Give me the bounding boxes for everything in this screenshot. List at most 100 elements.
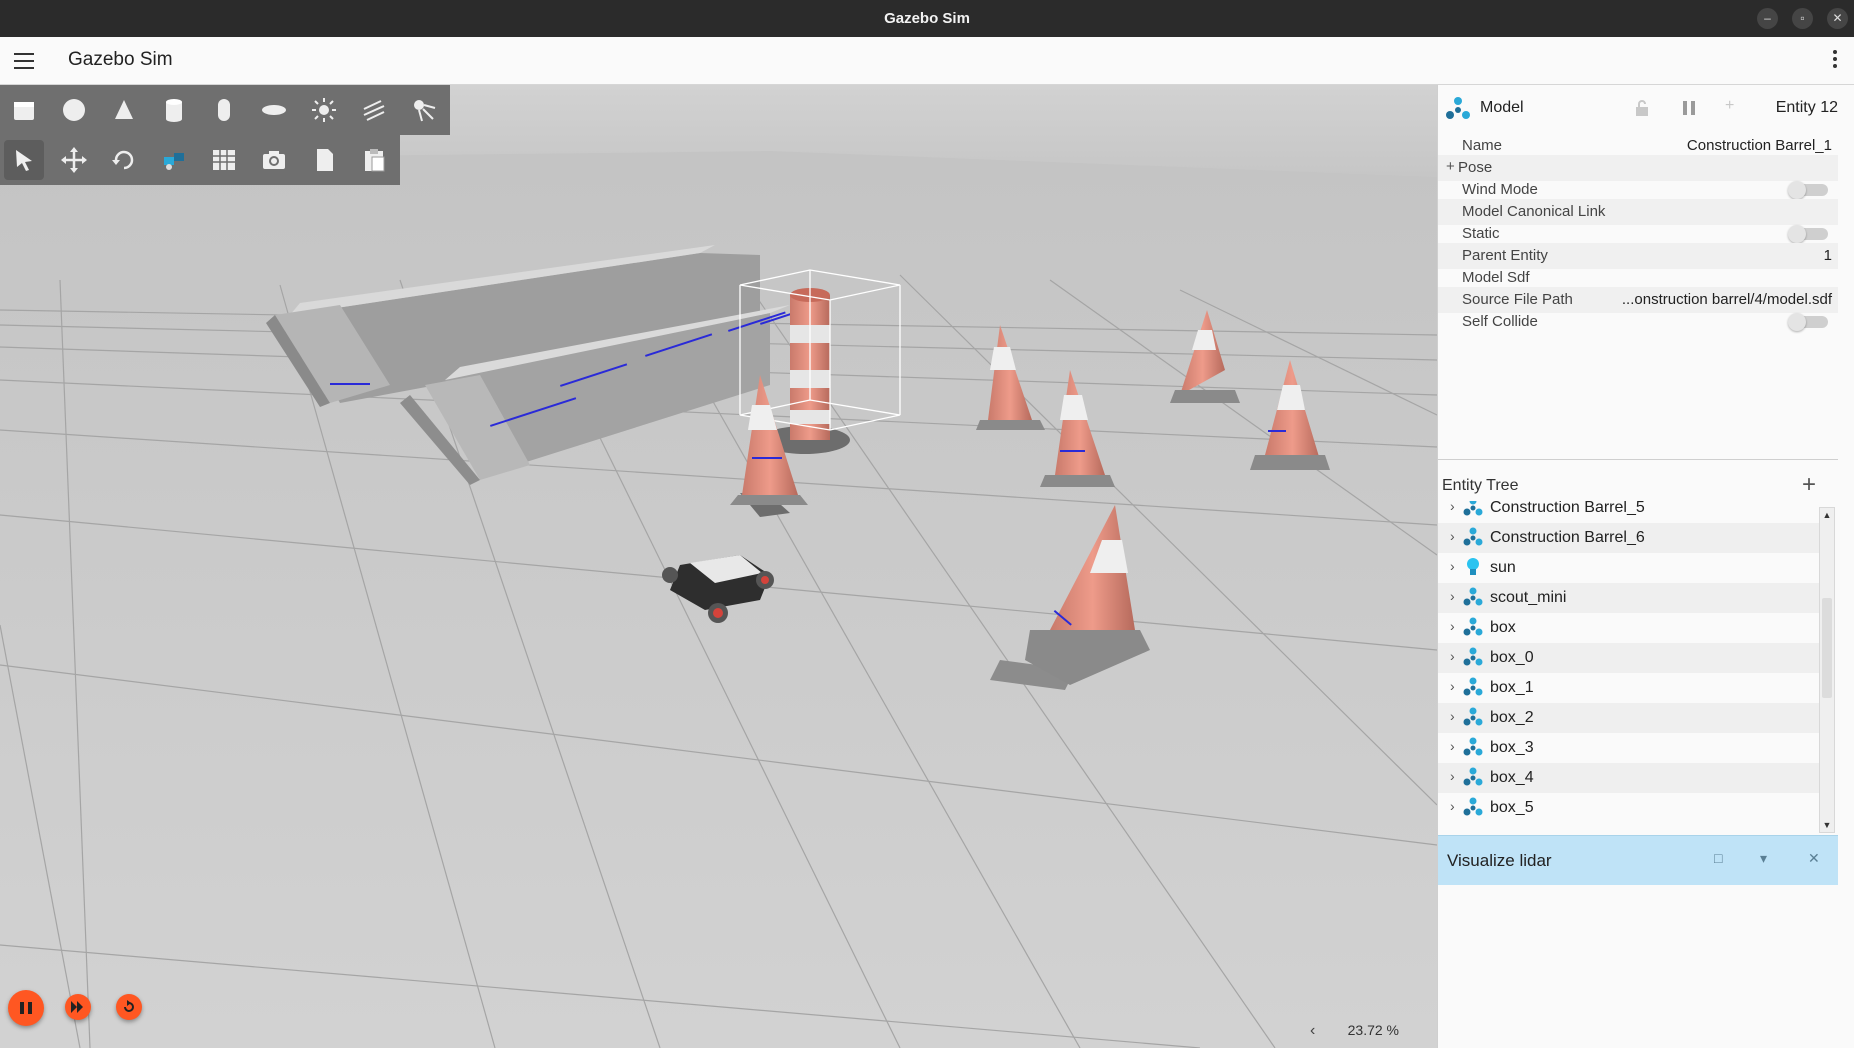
tree-item-label: Construction Barrel_5 [1490,501,1645,516]
maximize-icon[interactable]: ▫ [1792,8,1813,29]
tree-item-label: box [1490,619,1516,636]
tree-item-label: scout_mini [1490,589,1567,606]
chevron-right-icon[interactable]: › [1450,738,1455,754]
expand-icon[interactable]: + [1446,158,1455,175]
chevron-right-icon[interactable]: › [1450,618,1455,634]
tree-item[interactable]: › scout_mini [1438,583,1819,613]
scroll-up-icon[interactable]: ▲ [1820,508,1834,522]
ellipsoid-icon[interactable] [254,90,294,130]
tree-item[interactable]: › box_5 [1438,793,1819,823]
pause-button[interactable] [8,990,44,1026]
tree-item[interactable]: › sun [1438,553,1819,583]
prop-value[interactable]: Construction Barrel_1 [1687,137,1832,154]
chevron-right-icon[interactable]: › [1450,678,1455,694]
window-titlebar: Gazebo Sim – ▫ ✕ [0,0,1854,37]
capsule-icon[interactable] [204,90,244,130]
translate-icon[interactable] [54,140,94,180]
prop-label: Wind Mode [1462,181,1538,198]
tree-item[interactable]: › Construction Barrel_5 [1438,501,1819,523]
prop-label: Parent Entity [1462,247,1548,264]
static-toggle[interactable] [1788,225,1828,243]
window-title: Gazebo Sim [884,10,970,27]
grid-snap-icon[interactable] [204,140,244,180]
sun-icon[interactable] [304,90,344,130]
chevron-right-icon[interactable]: › [1450,768,1455,784]
directional-light-icon[interactable] [354,90,394,130]
entity-tree-list: › Construction Barrel_5 › Construction B… [1438,501,1819,831]
chevron-right-icon[interactable]: › [1450,798,1455,814]
collapse-icon[interactable]: ▾ [1760,850,1767,867]
chevron-right-icon[interactable]: › [1450,708,1455,724]
close-icon[interactable]: ✕ [1827,8,1848,29]
menu-icon[interactable] [14,53,34,69]
tree-item-label: box_3 [1490,739,1534,756]
tree-item[interactable]: › box [1438,613,1819,643]
add-component-icon[interactable]: + [1725,97,1734,115]
tree-item[interactable]: › box_1 [1438,673,1819,703]
model-icon [1463,707,1483,726]
scene-3d[interactable] [0,85,1437,1048]
prop-label: Model Sdf [1462,269,1530,286]
tree-item[interactable]: › box_0 [1438,643,1819,673]
prop-label: Model Canonical Link [1462,203,1606,220]
chevron-right-icon[interactable]: › [1450,528,1455,544]
tree-item-label: box_5 [1490,799,1534,816]
reset-button[interactable] [116,994,142,1020]
screenshot-icon[interactable] [254,140,294,180]
model-icon [1463,501,1483,516]
cylinder-icon[interactable] [154,90,194,130]
entity-tree-title: Entity Tree [1442,477,1519,494]
rtf-expand-icon[interactable]: ‹ [1310,1022,1315,1040]
model-icon [1463,617,1483,636]
rotate-icon[interactable] [104,140,144,180]
scene-viewport[interactable]: ‹ 23.72 % [0,85,1437,1048]
prop-label: Name [1462,137,1503,154]
add-entity-icon[interactable]: + [1802,473,1816,497]
chevron-right-icon[interactable]: › [1450,501,1455,514]
transform-control-icon[interactable] [154,140,194,180]
model-icon [1463,677,1483,696]
shapes-toolbar [0,85,450,135]
tree-item-label: box_0 [1490,649,1534,666]
component-inspector-header: Model + Entity 12 [1438,85,1838,131]
app-header: Gazebo Sim [0,37,1854,85]
model-icon [1446,97,1470,119]
step-button[interactable] [65,994,91,1020]
pause-updates-icon[interactable] [1680,99,1698,117]
minimize-icon[interactable]: – [1757,8,1778,29]
entity-tree-scrollbar[interactable]: ▲ ▼ [1819,507,1835,833]
self-collide-toggle[interactable] [1788,313,1828,331]
more-options-icon[interactable] [1832,50,1838,72]
tree-item[interactable]: › box_3 [1438,733,1819,763]
close-plugin-icon[interactable]: ✕ [1808,850,1820,867]
plugin-title: Visualize lidar [1447,851,1552,870]
prop-value: ...onstruction barrel/4/model.sdf [1621,291,1832,308]
copy-icon[interactable] [304,140,344,180]
float-window-icon[interactable]: □ [1714,850,1722,866]
component-type: Model [1480,99,1524,116]
prop-label: Self Collide [1462,313,1538,330]
tree-item-label: sun [1490,559,1516,576]
real-time-factor: 23.72 % [1347,1022,1399,1038]
scroll-down-icon[interactable]: ▼ [1820,818,1834,832]
tree-item[interactable]: › box_2 [1438,703,1819,733]
spot-light-icon[interactable] [404,90,444,130]
fast-forward-icon [71,1001,83,1013]
tree-item[interactable]: › Construction Barrel_6 [1438,523,1819,553]
light-bulb-icon [1467,558,1479,575]
wind-mode-toggle[interactable] [1788,181,1828,199]
chevron-right-icon[interactable]: › [1450,648,1455,664]
box-icon[interactable] [4,90,44,130]
right-panel: Model + Entity 12 Name Construction Barr… [1437,85,1854,1048]
panel-divider[interactable] [1438,459,1838,460]
lock-icon[interactable] [1633,99,1651,117]
chevron-right-icon[interactable]: › [1450,558,1455,574]
paste-icon[interactable] [354,140,394,180]
model-icon [1463,647,1483,666]
select-icon[interactable] [4,140,44,180]
scrollbar-thumb[interactable] [1822,598,1832,698]
sphere-icon[interactable] [54,90,94,130]
chevron-right-icon[interactable]: › [1450,588,1455,604]
tree-item[interactable]: › box_4 [1438,763,1819,793]
cone-icon[interactable] [104,90,144,130]
